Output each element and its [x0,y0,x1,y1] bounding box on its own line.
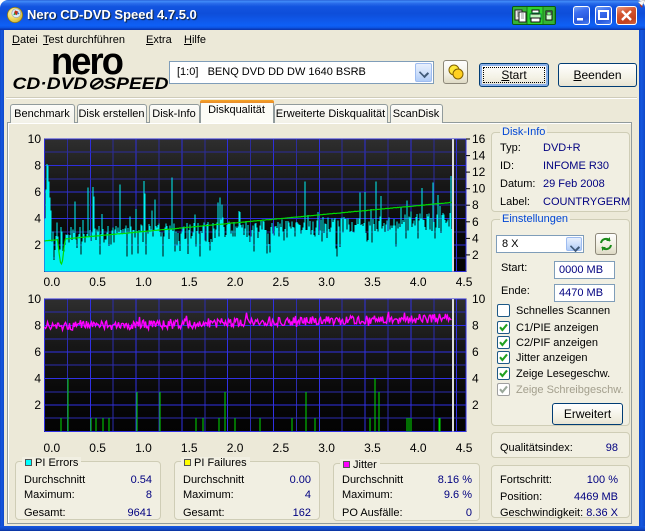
svg-text:10: 10 [28,292,42,306]
svg-text:8: 8 [472,319,479,333]
svg-text:2: 2 [472,398,479,412]
svg-text:0.0: 0.0 [44,275,61,289]
svg-text:3.5: 3.5 [364,441,381,455]
svg-text:2.0: 2.0 [227,441,244,455]
svg-text:2.5: 2.5 [273,441,290,455]
svg-text:14: 14 [472,149,486,163]
svg-text:3.0: 3.0 [318,275,335,289]
svg-text:6: 6 [34,185,41,199]
svg-text:16: 16 [472,132,486,146]
svg-text:2.5: 2.5 [273,275,290,289]
svg-text:4: 4 [34,372,41,386]
svg-text:4: 4 [472,231,479,245]
svg-text:6: 6 [34,345,41,359]
svg-text:10: 10 [28,132,42,146]
svg-text:12: 12 [472,165,486,179]
svg-text:2: 2 [34,238,41,252]
svg-text:10: 10 [472,292,486,306]
svg-text:4.0: 4.0 [410,275,427,289]
svg-text:0.0: 0.0 [44,441,61,455]
svg-text:4: 4 [472,372,479,386]
svg-text:6: 6 [472,215,479,229]
svg-text:8: 8 [34,159,41,173]
svg-text:0.5: 0.5 [89,441,106,455]
svg-text:0.5: 0.5 [89,275,106,289]
svg-text:4.5: 4.5 [456,441,473,455]
svg-text:1.5: 1.5 [181,275,198,289]
svg-text:4.0: 4.0 [410,441,427,455]
svg-text:1.0: 1.0 [135,441,152,455]
svg-text:1.0: 1.0 [135,275,152,289]
svg-text:4: 4 [34,212,41,226]
svg-text:8: 8 [472,198,479,212]
svg-text:6: 6 [472,345,479,359]
svg-text:4.5: 4.5 [456,275,473,289]
svg-text:1.5: 1.5 [181,441,198,455]
svg-text:3.0: 3.0 [318,441,335,455]
svg-text:10: 10 [472,182,486,196]
svg-text:2.0: 2.0 [227,275,244,289]
svg-text:2: 2 [34,398,41,412]
svg-text:8: 8 [34,319,41,333]
svg-text:2: 2 [472,248,479,262]
svg-text:3.5: 3.5 [364,275,381,289]
